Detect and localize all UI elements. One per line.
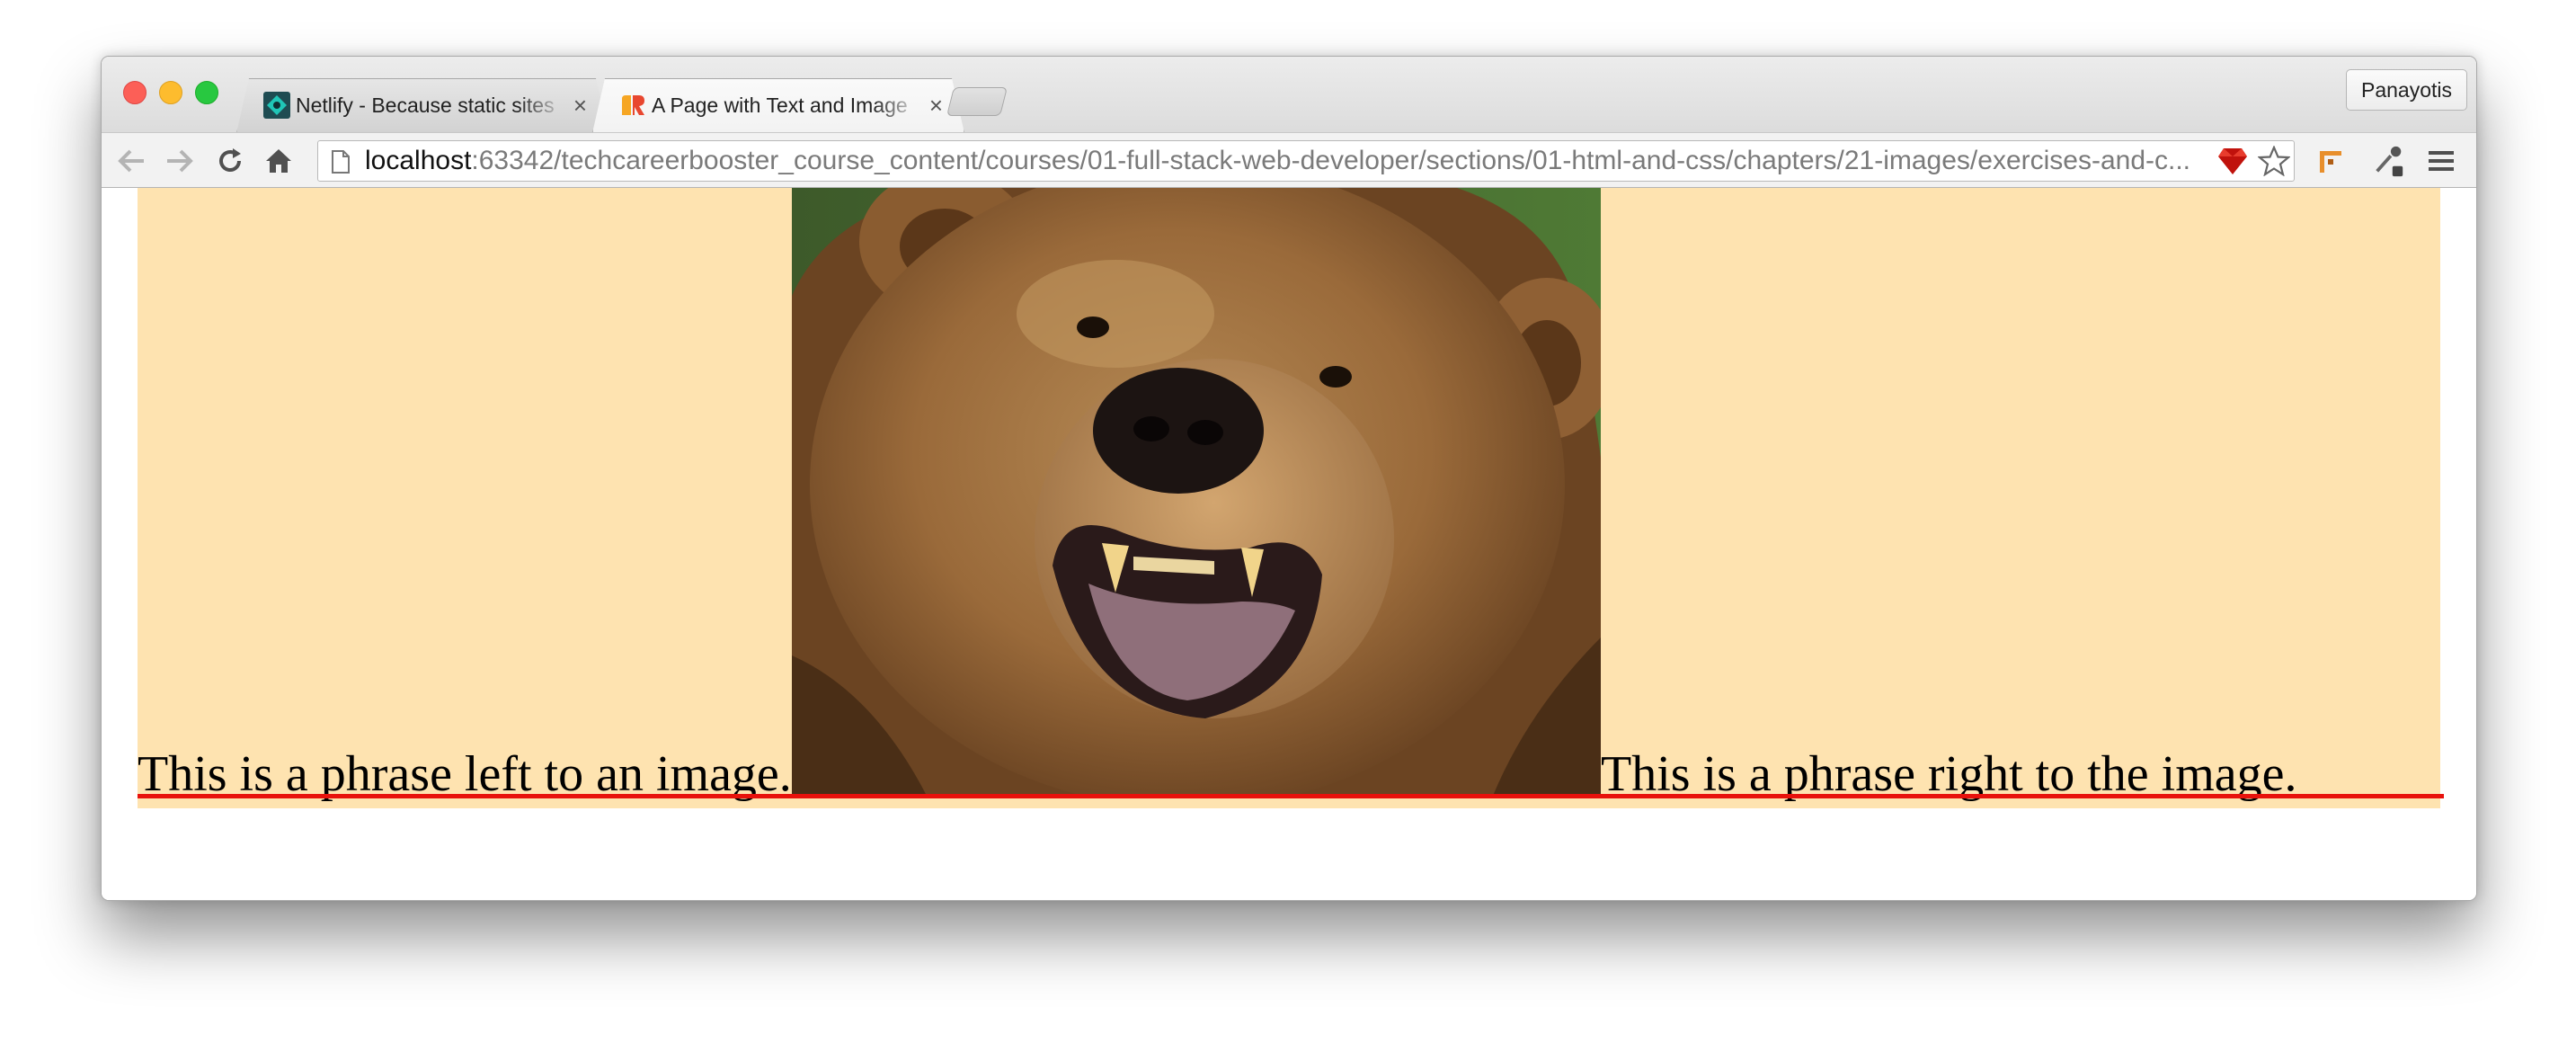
tab-title: A Page with Text and Image [652,93,908,117]
tab-page-with-text-and-image[interactable]: A Page with Text and Image × [592,78,963,132]
profile-button[interactable]: Panayotis [2345,69,2467,111]
url-host: localhost [365,146,472,175]
address-bar[interactable]: localhost:63342/techcareerbooster_course… [317,140,2295,182]
rubymine-icon [622,95,644,115]
baseline-red-line [138,794,2444,798]
back-arrow-icon[interactable] [114,144,148,178]
ruby-icon[interactable] [2216,144,2250,178]
maximize-window-button[interactable] [195,81,218,104]
new-tab-button[interactable] [946,87,1008,116]
star-icon[interactable] [2257,144,2291,178]
page-content: This is a phrase left to an image. This … [102,188,2476,900]
eyedropper-icon[interactable] [2372,144,2406,178]
tab-title: Netlify - Because static sites [296,93,555,117]
home-icon[interactable] [262,144,296,178]
url-path: :63342/techcareerbooster_course_content/… [471,146,2191,175]
page-icon [332,150,350,174]
right-phrase: This is a phrase right to the image. [1601,746,2297,802]
tab-close-icon[interactable]: × [929,92,943,120]
tab-close-icon[interactable]: × [573,92,587,120]
reload-icon[interactable] [213,144,247,178]
title-bar: Netlify - Because static sites × A Page … [102,57,2476,132]
tab-netlify[interactable]: Netlify - Because static sites × [236,78,607,132]
minimize-window-button[interactable] [159,81,182,104]
browser-window: Netlify - Because static sites × A Page … [101,56,2477,901]
close-window-button[interactable] [123,81,147,104]
page-container: This is a phrase left to an image. This … [138,188,2440,808]
bear-image [792,188,1601,796]
url-text: localhost:63342/techcareerbooster_course… [365,141,2252,181]
netlify-icon [263,92,290,119]
extension-icon[interactable] [2314,144,2349,178]
forward-arrow-icon[interactable] [163,144,197,178]
toolbar: localhost:63342/techcareerbooster_course… [102,132,2476,188]
left-phrase: This is a phrase left to an image. [138,746,792,802]
menu-icon[interactable] [2424,144,2458,178]
